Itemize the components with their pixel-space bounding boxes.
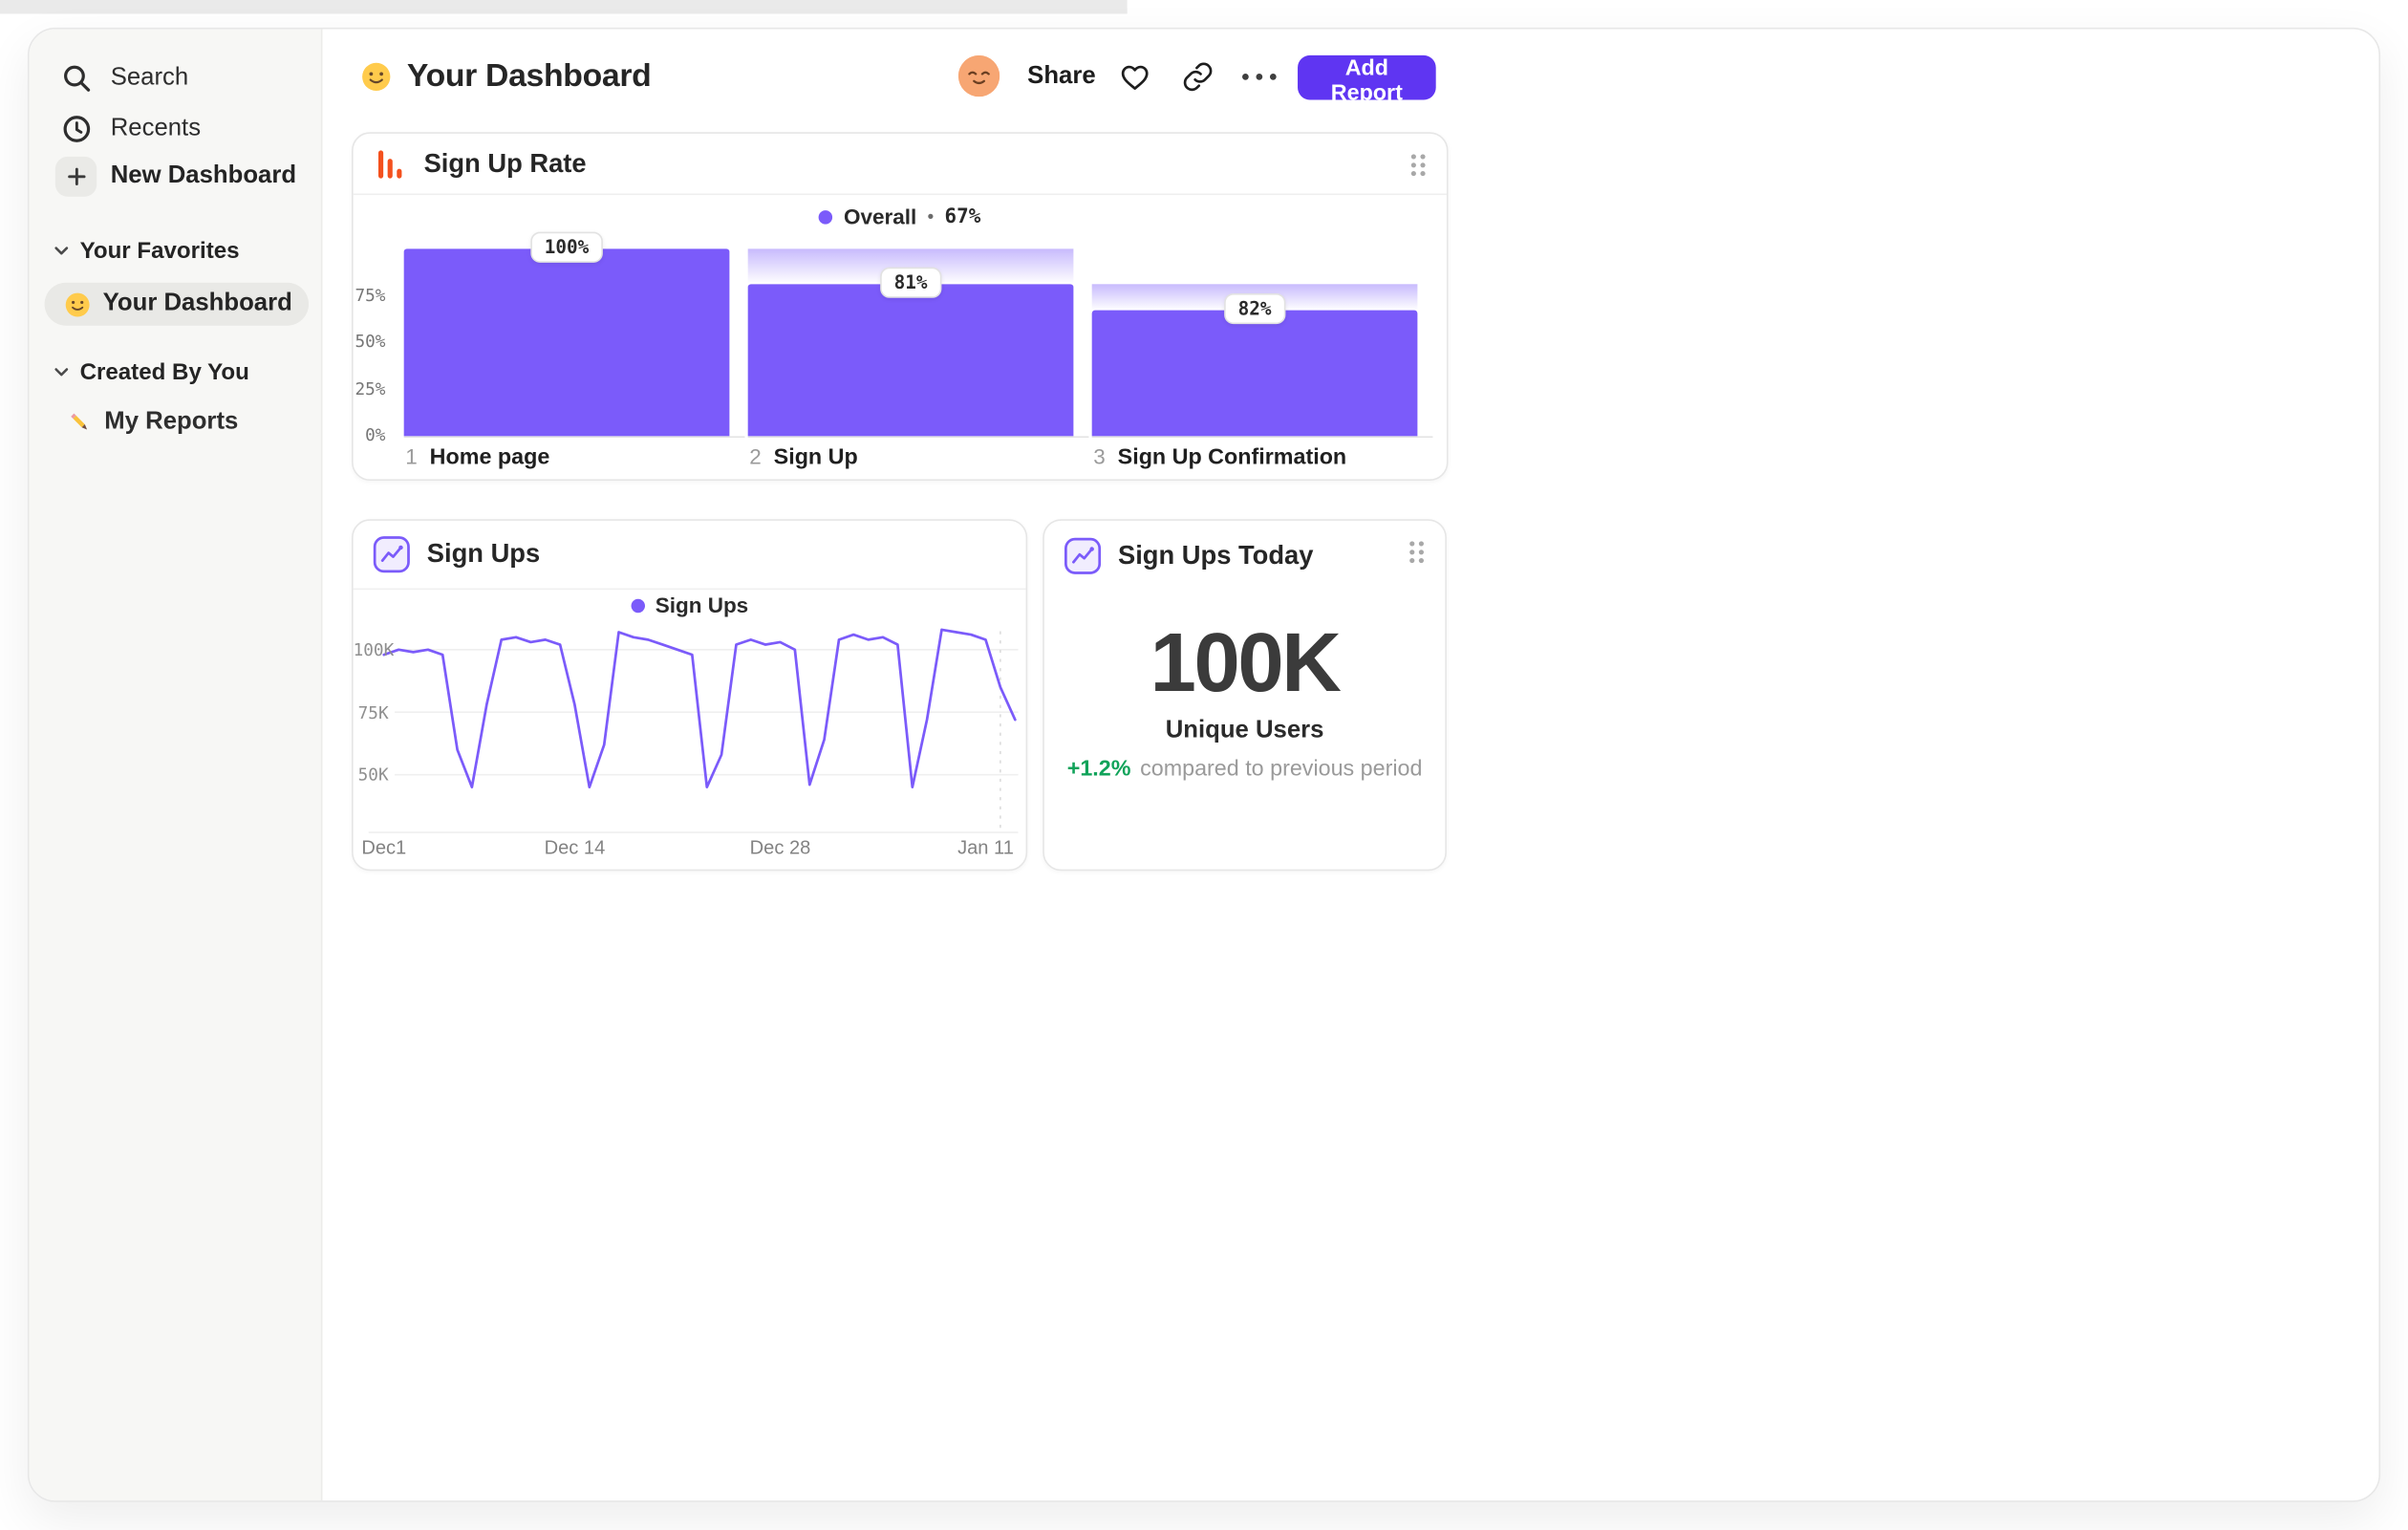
funnel-card: Sign Up Rate Overall • 67% 75% 50% 25% 0% 1… (352, 132, 1449, 482)
smiley-emoji-icon (361, 60, 392, 91)
funnel-bar (1091, 311, 1418, 437)
card-header: Sign Up Rate (353, 134, 1447, 196)
page-header: Your Dashboard (361, 51, 652, 101)
metric-delta-row: +1.2% compared to previous period (1044, 757, 1445, 782)
funnel-step-column: 81% (747, 233, 1089, 439)
y-tick-label: 100K (353, 640, 395, 661)
funnel-pct-label: 82% (1224, 293, 1285, 325)
line-series (382, 628, 1017, 789)
number-card: Sign Ups Today 100K Unique Users +1.2% co… (1043, 519, 1447, 872)
y-tick-label: 75K (357, 702, 389, 723)
funnel-step-label: 1 Home page (405, 443, 549, 469)
avatar[interactable] (957, 54, 1000, 97)
drag-handle-icon[interactable] (1408, 152, 1429, 178)
funnel-bar (403, 248, 730, 437)
metric-value: 100K (1150, 617, 1342, 710)
app-stage: Search Recents New Dashboard Your Favori… (0, 0, 2408, 1530)
y-tick-label: 75% (355, 285, 386, 306)
x-tick-label: Dec 28 (749, 836, 811, 859)
sidebar-item-your-dashboard[interactable]: Your Dashboard (44, 282, 310, 326)
step-number: 1 (405, 443, 418, 469)
add-report-button[interactable]: Add Report (1298, 54, 1436, 106)
sidebar-item-label: Recents (110, 115, 202, 141)
step-name: Sign Up Confirmation (1117, 445, 1347, 470)
insights-chart-icon (1063, 535, 1103, 575)
card-title: Sign Ups Today (1117, 539, 1314, 570)
y-tick-label: 25% (355, 378, 386, 399)
x-tick-label: Dec 14 (544, 836, 606, 859)
sidebar-item-recents[interactable]: Recents (30, 106, 321, 152)
share-button[interactable]: Share (1027, 51, 1095, 101)
x-tick-label: Jan 11 (957, 836, 1014, 859)
app-window: Search Recents New Dashboard Your Favori… (27, 27, 2381, 1502)
card-header: Sign Ups Today (1044, 521, 1445, 590)
card-title: Sign Up Rate (423, 148, 587, 178)
section-title: Created By You (79, 358, 249, 385)
section-your-favorites[interactable]: Your Favorites (54, 233, 240, 267)
delta-value: +1.2% (1066, 757, 1131, 783)
legend-dot (819, 209, 833, 224)
sidebar-item-label: My Reports (104, 408, 239, 435)
funnel-chart-icon (372, 145, 409, 183)
page-title: Your Dashboard (406, 57, 652, 94)
funnel-step-column: 100% (403, 231, 745, 439)
funnel-x-axis: 1 Home page 2 Sign Up 3 Sign Up Confirmation (354, 443, 1447, 471)
sidebar-item-label: Search (110, 64, 189, 91)
sidebar-item-new-dashboard[interactable]: New Dashboard (30, 154, 321, 200)
copy-link-icon[interactable] (1178, 51, 1218, 101)
line-chart-card: Sign Ups Sign Ups 100K 75K 50K Dec1 Dec 14 D… (352, 519, 1028, 872)
more-options-icon[interactable] (1239, 51, 1279, 101)
step-name: Home page (429, 445, 550, 470)
favorite-heart-icon[interactable] (1115, 51, 1155, 101)
sidebar-item-label: New Dashboard (110, 162, 297, 189)
sidebar-item-search[interactable]: Search (30, 55, 321, 101)
drag-handle-icon[interactable] (1407, 539, 1427, 565)
chevron-down-icon (54, 245, 69, 255)
metric-label: Unique Users (1165, 717, 1324, 743)
pencil-emoji-icon (68, 410, 93, 435)
y-tick-label: 50K (357, 765, 389, 786)
y-tick-label: 50% (355, 332, 386, 353)
legend-separator: • (927, 205, 935, 227)
line-chart (368, 628, 1019, 833)
funnel-pct-label: 100% (530, 231, 603, 263)
clock-icon (58, 109, 94, 149)
x-tick-label: Dec1 (361, 836, 407, 859)
search-icon (58, 58, 94, 98)
sidebar: Search Recents New Dashboard Your Favori… (29, 29, 323, 1501)
funnel-chart: 100% 81% 82% (403, 231, 1436, 439)
delta-note: compared to previous period (1140, 757, 1423, 783)
funnel-pct-label: 81% (880, 267, 941, 299)
funnel-step-label: 3 Sign Up Confirmation (1093, 443, 1346, 469)
sidebar-item-my-reports[interactable]: My Reports (30, 399, 321, 445)
funnel-step-label: 2 Sign Up (749, 443, 857, 469)
step-number: 3 (1093, 443, 1106, 469)
legend-series: Overall (843, 204, 917, 229)
plus-icon (54, 156, 97, 197)
section-created-by-you[interactable]: Created By You (54, 355, 249, 388)
funnel-bar (747, 284, 1074, 437)
funnel-step-column: 82% (1091, 233, 1433, 439)
legend-value: 67% (944, 205, 981, 228)
step-name: Sign Up (773, 445, 858, 470)
smiley-emoji-icon (64, 291, 90, 317)
funnel-legend[interactable]: Overall • 67% (354, 204, 1447, 229)
y-tick-label: 0% (365, 425, 386, 446)
sidebar-item-label: Your Dashboard (102, 290, 292, 317)
chevron-down-icon (54, 366, 69, 377)
section-title: Your Favorites (79, 237, 240, 264)
browser-edge-strip (0, 0, 1128, 14)
step-number: 2 (749, 443, 762, 469)
